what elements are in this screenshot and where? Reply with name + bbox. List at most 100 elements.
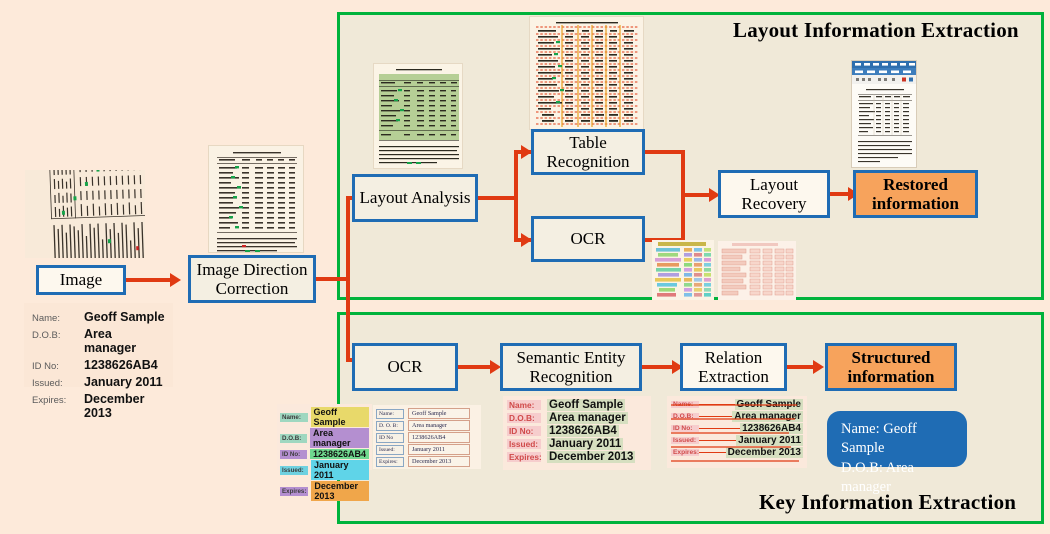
box-layout-recovery[interactable]: Layout Recovery [718, 170, 830, 218]
card-row: Issued: January 2011 [376, 444, 478, 455]
relation-link [699, 451, 726, 454]
connector-layout-split-vertical [514, 150, 518, 242]
card-label: ID No [376, 432, 404, 443]
card-value: 1238626AB4 [309, 449, 369, 459]
card-row: Name: Geoff Sample [671, 399, 803, 410]
card-label: ID No: [280, 449, 307, 459]
card-label: Name: [507, 400, 541, 410]
card-value: Geoff Sample [310, 407, 369, 427]
card-label: Expires: [280, 486, 309, 496]
card-value: 1238626AB4 [740, 423, 803, 434]
relation-link [699, 427, 741, 430]
box-relation-extraction[interactable]: Relation Extraction [680, 343, 787, 391]
id-card-value: Area manager [84, 327, 137, 355]
card-row: D.O.B: Area manager [671, 411, 803, 422]
card-value: December 2013 [725, 447, 803, 458]
box-layout-analysis[interactable]: Layout Analysis [352, 174, 478, 222]
card-label: Name: [280, 412, 308, 422]
id-card-original: Name: Geoff Sample D.O.B: Area manager I… [24, 303, 173, 420]
card-label: Name: [376, 408, 404, 419]
connector-image-to-correction [126, 278, 174, 282]
card-semantic-entity-recognition: Name: Geoff Sample D.O.B: Area manager I… [503, 396, 651, 470]
box-restored-information-label: Restored information [872, 174, 959, 213]
thumbnail-corrected-document [208, 145, 304, 253]
box-image[interactable]: Image [36, 265, 126, 295]
box-ocr-top[interactable]: OCR [531, 216, 645, 262]
box-layout-recovery-label: Layout Recovery [741, 174, 807, 213]
relation-link [699, 415, 733, 418]
id-card-value: December 2013 [84, 392, 145, 420]
card-row: ID No: 1238626AB4 [280, 449, 369, 459]
card-label: ID No: [671, 425, 699, 432]
card-value: Area manager [732, 411, 803, 422]
card-row: Issued: January 2011 [507, 438, 647, 450]
box-table-recognition[interactable]: Table Recognition [531, 129, 645, 175]
card-value: Area manager [408, 420, 470, 431]
card-row: Issued: January 2011 [671, 435, 803, 446]
arrowhead-to-structured-information [813, 360, 824, 374]
card-label: Issued: [671, 437, 699, 444]
card-value: Area manager [309, 428, 369, 448]
card-label: D.O.B: [671, 413, 699, 420]
card-value: January 2011 [547, 438, 624, 450]
card-ocr-highlighted: Name: Geoff Sample D.O.B: Area manager I… [277, 404, 372, 501]
box-ocr-bottom-label: OCR [387, 357, 423, 377]
card-label: D.O.B: [280, 433, 307, 443]
card-value: Geoff Sample [408, 408, 470, 419]
id-card-label: D.O.B: [32, 330, 61, 341]
connector-branch-vertical [346, 196, 350, 362]
id-card-value: Geoff Sample [84, 310, 165, 324]
thumbnail-restored-document [851, 60, 917, 168]
box-image-label: Image [59, 270, 103, 290]
id-card-value: 1238626AB4 [84, 358, 158, 372]
card-row: D. O. B: Area manager [376, 420, 478, 431]
id-card-row: Expires: December 2013 [32, 392, 165, 420]
card-row: Expires: December 2013 [376, 456, 478, 467]
id-card-label: Name: [32, 313, 60, 324]
thumbnail-layout-analysis-result [373, 63, 463, 169]
id-card-row: D.O.B: Area manager [32, 327, 165, 355]
thumbnail-rotated-document [25, 170, 145, 258]
box-ocr-bottom[interactable]: OCR [352, 343, 458, 391]
structured-output-line-1: Name: Geoff Sample [841, 421, 917, 457]
card-row: Name: Geoff Sample [507, 399, 647, 411]
box-structured-information[interactable]: Structured information [825, 343, 957, 391]
structured-output-line-2: D.O.B: Area manager [841, 459, 914, 495]
card-value: 1238626AB4 [547, 425, 619, 437]
card-row: Issued: January 2011 [280, 460, 369, 480]
card-value: December 2013 [408, 456, 470, 467]
box-layout-analysis-label: Layout Analysis [359, 188, 471, 208]
id-card-label: Issued: [32, 378, 63, 389]
id-card-value: January 2011 [84, 375, 163, 389]
card-row: D.O.B: Area manager [507, 412, 647, 424]
card-row: Name: Geoff Sample [376, 408, 478, 419]
card-label: Name: [671, 401, 699, 408]
id-card-label: Expires: [32, 395, 67, 406]
card-label: Issued: [507, 439, 541, 449]
card-row: Expires: December 2013 [507, 451, 647, 463]
card-value: January 2011 [736, 435, 803, 446]
thumbnail-table-recognition-result [529, 16, 644, 130]
card-row: D.O.B: Area manager [280, 428, 369, 448]
card-value: January 2011 [310, 460, 369, 480]
connector-table-recognition-out [645, 150, 685, 154]
card-label: ID No: [507, 426, 541, 436]
relation-link [699, 439, 737, 442]
thumbnail-ocr-result-left [652, 240, 714, 300]
connector-correction-out [316, 277, 350, 281]
id-card-row: Issued: January 2011 [32, 375, 165, 389]
card-row: Expires: December 2013 [671, 447, 803, 458]
box-semantic-entity-recognition-label: Semantic Entity Recognition [516, 347, 626, 386]
panel-layout-title: Layout Information Extraction [733, 18, 1019, 42]
card-label: Issued: [280, 465, 308, 475]
card-value: Geoff Sample [547, 399, 626, 411]
card-label: Expires: [671, 449, 700, 456]
box-semantic-entity-recognition[interactable]: Semantic Entity Recognition [500, 343, 642, 391]
id-card-row: Name: Geoff Sample [32, 310, 165, 324]
arrowhead-image-to-correction [170, 273, 181, 287]
card-value: December 2013 [311, 481, 369, 501]
box-image-direction-correction[interactable]: Image Direction Correction [188, 255, 316, 303]
card-value: Area manager [547, 412, 628, 424]
box-restored-information[interactable]: Restored information [853, 170, 978, 218]
diagram-canvas: Layout Information Extraction Key Inform… [0, 0, 1050, 534]
